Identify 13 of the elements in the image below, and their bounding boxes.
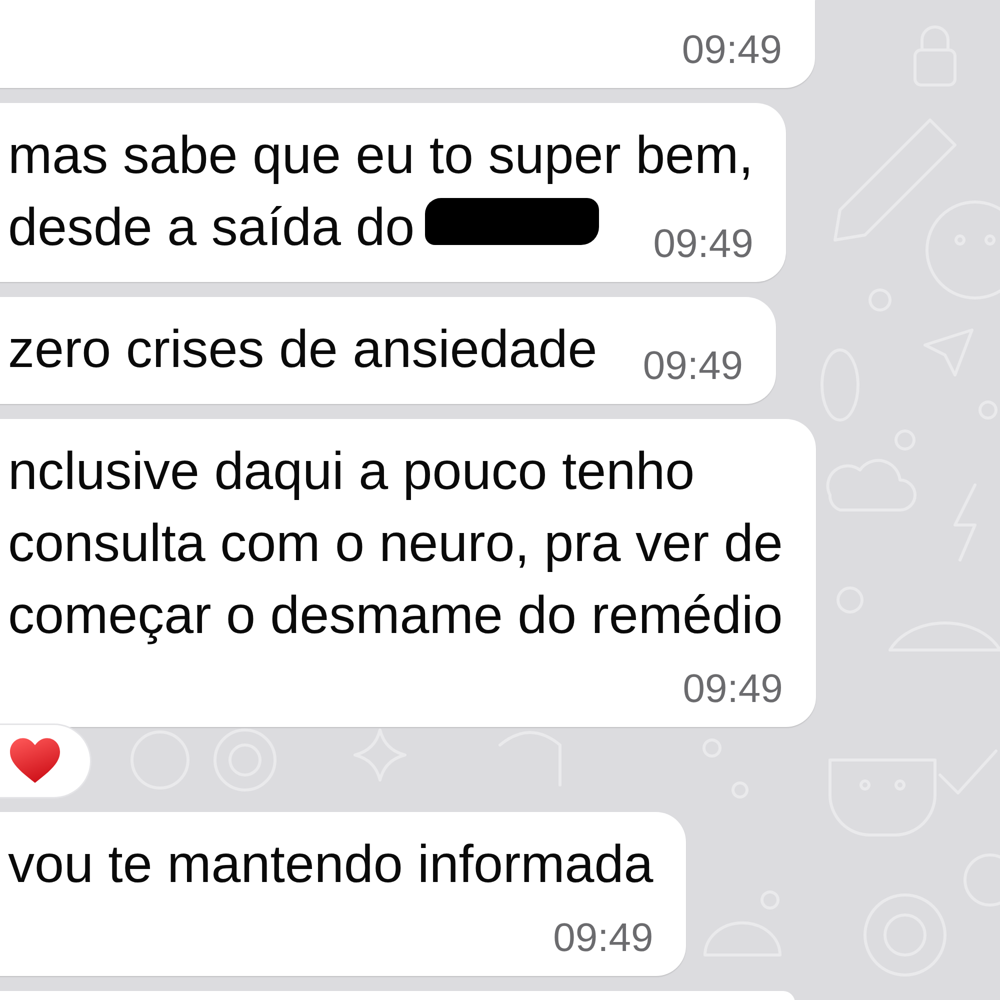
message-text: zero crises de ansiedade: [8, 320, 598, 379]
message-text: nclusive daqui a pouco tenho: [8, 442, 695, 501]
message-text: começar o desmame do remédio: [8, 586, 783, 645]
timestamp: 09:49: [553, 918, 654, 958]
timestamp: 09:49: [682, 30, 782, 70]
message-text: vou te mantendo informada: [8, 835, 654, 894]
message-text: desde a saída do: [8, 198, 415, 257]
heart-icon: [10, 738, 60, 784]
message-text: consulta com o neuro, pra ver de: [8, 514, 783, 573]
timestamp: 09:49: [682, 669, 783, 709]
timestamp: 09:49: [642, 346, 743, 386]
message-text: mas sabe que eu to super bem,: [8, 126, 754, 185]
timestamp: 09:49: [653, 224, 754, 264]
